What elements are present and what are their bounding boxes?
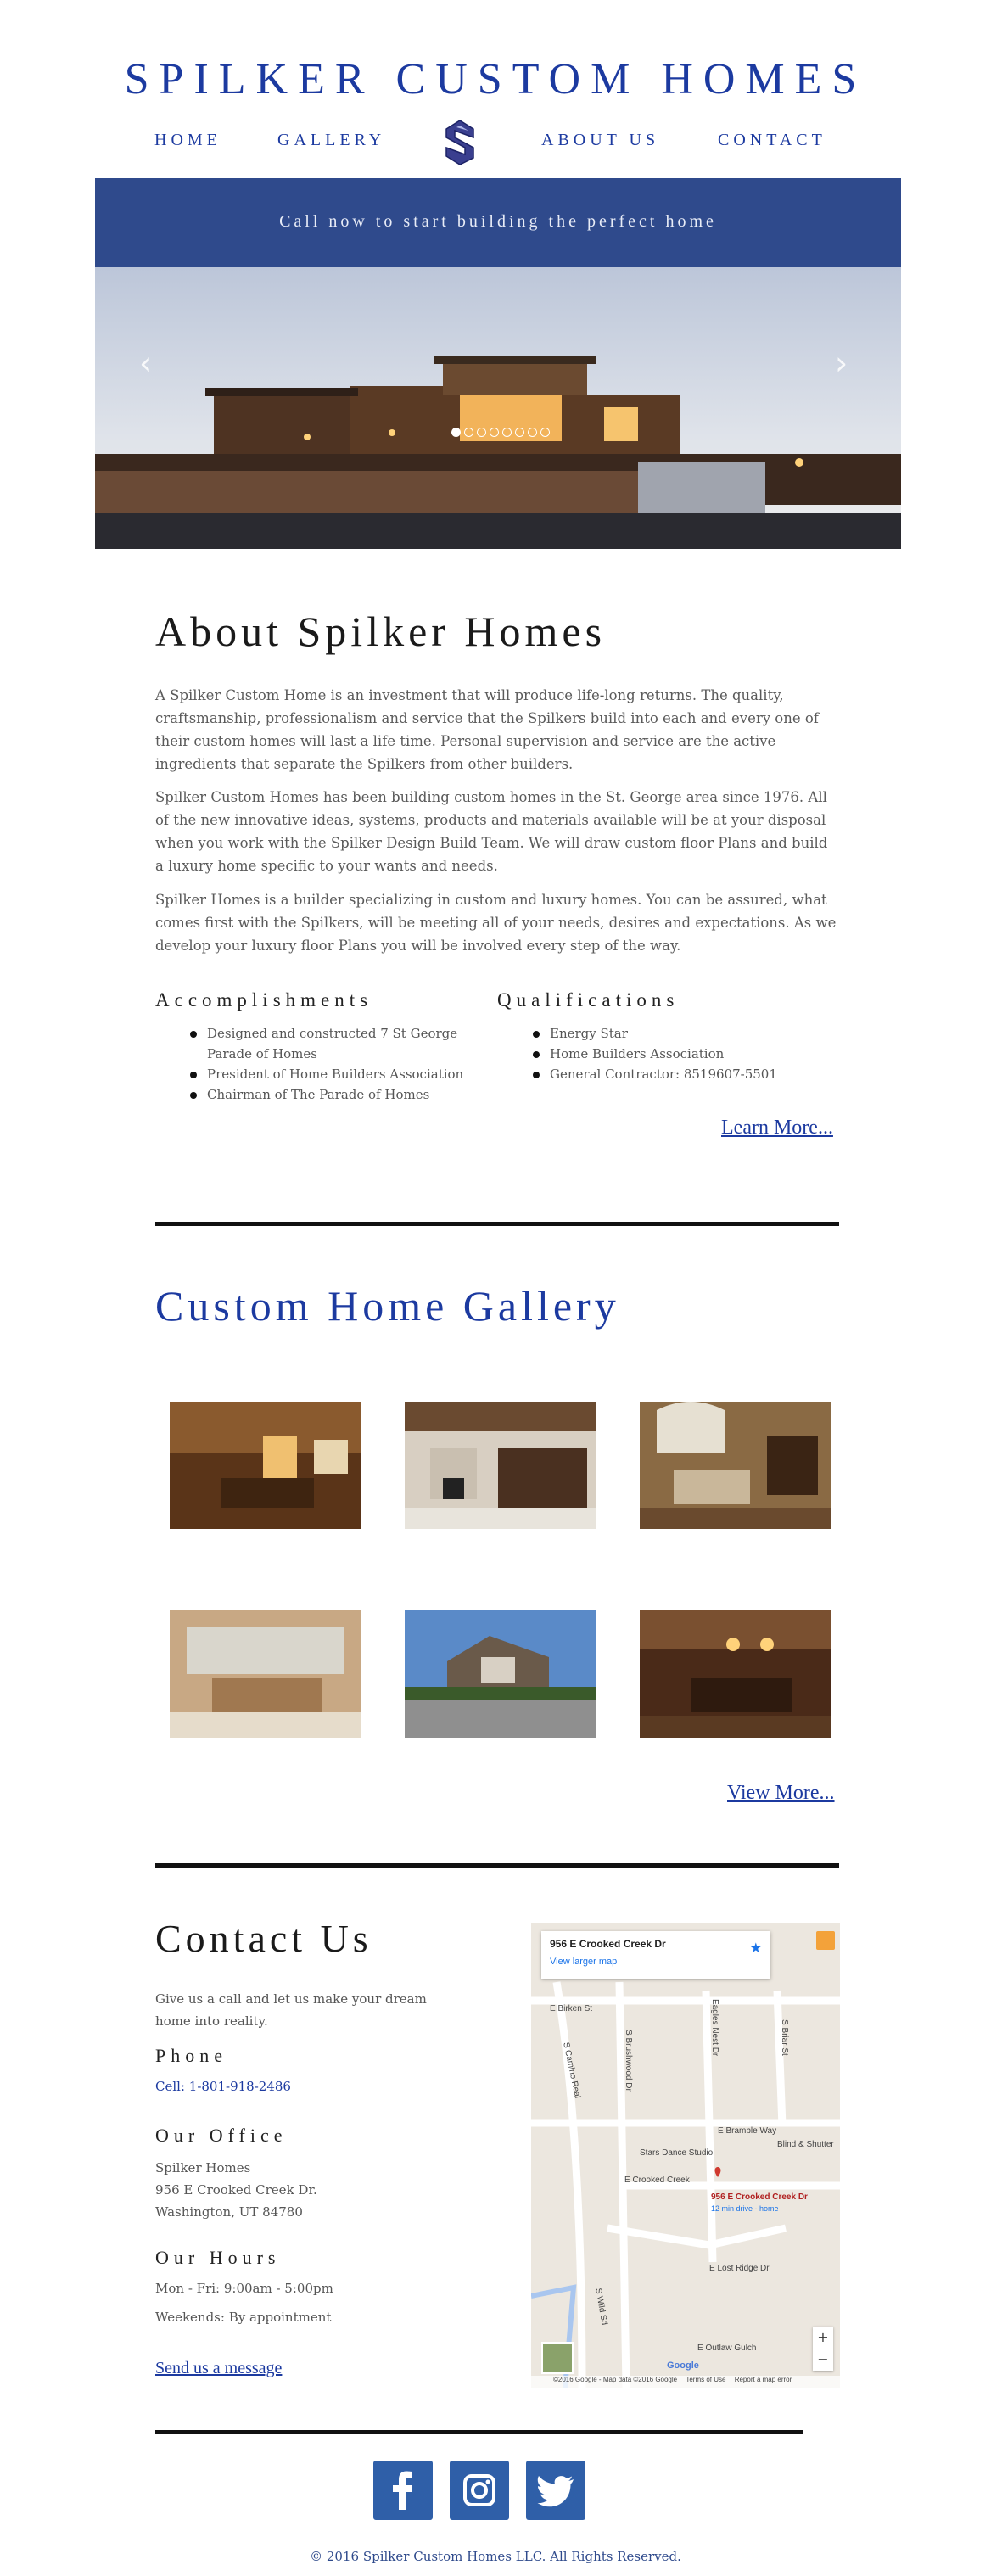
slider-dot[interactable] [490,428,499,437]
slider-dot[interactable] [528,428,537,437]
street-label: Eagles Nest Dr [710,1999,719,2057]
accomplishments-list: Designed and constructed 7 St George Par… [185,1023,465,1105]
accomplishments-title: Accomplishments [155,989,373,1011]
larger-map-link[interactable]: View larger map [550,1957,617,1967]
about-title: About Spilker Homes [155,608,607,655]
pegman-icon[interactable] [816,1931,835,1950]
list-item: Designed and constructed 7 St George Par… [185,1023,465,1064]
qualifications-list: Energy Star Home Builders Association Ge… [528,1023,816,1084]
list-item: General Contractor: 8519607-5501 [528,1064,816,1084]
zoom-control: + − [813,2327,833,2371]
main-nav: HOME GALLERY ABOUT US CONTACT [0,127,991,178]
slider-dot[interactable] [540,428,550,437]
zoom-in-icon[interactable]: + [813,2327,833,2349]
gallery-thumb-kitchen[interactable] [170,1402,361,1529]
learn-more-link[interactable]: Learn More... [721,1117,833,1140]
section-divider [155,2430,803,2434]
street-label: E Crooked Creek [624,2176,690,2185]
contact-title: Contact Us [155,1917,372,1960]
list-item: Chairman of The Parade of Homes [185,1084,465,1105]
street-label: E Bramble Way [718,2126,777,2136]
street-label: E Lost Ridge Dr [709,2264,770,2273]
hero-banner: Call now to start building the perfect h… [95,178,901,267]
logo-icon[interactable] [445,119,475,166]
section-divider [155,1222,839,1226]
street-label: S Briar St [780,2019,789,2056]
hero-slider: Call now to start building the perfect h… [95,178,901,549]
google-map[interactable]: 956 E Crooked Creek Dr View larger map ★… [531,1923,840,2388]
hero-house-photo [95,267,901,549]
office-line: 956 E Crooked Creek Dr. [155,2182,317,2198]
qualifications-title: Qualifications [497,989,680,1011]
facebook-button[interactable] [373,2461,433,2520]
nav-contact[interactable]: CONTACT [718,131,826,150]
about-paragraph: Spilker Custom Homes has been building c… [155,789,828,874]
office-line: Spilker Homes [155,2160,251,2176]
twitter-icon [537,2476,574,2507]
nav-about[interactable]: ABOUT US [541,131,659,150]
site-title: SPILKER CUSTOM HOMES [124,55,867,104]
save-star-icon[interactable]: ★ [750,1940,762,1956]
marker-sublabel: 12 min drive - home [711,2204,779,2213]
map-marker-icon[interactable] [709,2096,721,2113]
poi-label: Blind & Shutter [777,2140,834,2149]
instagram-icon [463,2474,496,2506]
nav-home[interactable]: HOME [154,131,221,150]
hours-weekday: Mon - Fri: 9:00am - 5:00pm [155,2281,333,2296]
phone-title: Phone [155,2045,227,2066]
street-label: E Birken St [550,2004,593,2013]
view-more-link[interactable]: View More... [727,1782,835,1805]
slider-dot[interactable] [451,428,461,437]
about-paragraph: A Spilker Custom Home is an investment t… [155,687,819,772]
gallery-thumb-living[interactable] [405,1402,596,1529]
gallery-thumb-exterior[interactable] [405,1610,596,1738]
gallery-title: Custom Home Gallery [155,1282,620,1330]
map-info-card: 956 E Crooked Creek Dr View larger map ★ [541,1931,770,1979]
office-line: Washington, UT 84780 [155,2204,303,2220]
slider-dot[interactable] [464,428,473,437]
gallery-thumb-bathroom[interactable] [170,1610,361,1738]
about-paragraph: Spilker Homes is a builder specializing … [155,892,837,954]
google-logo: Google [667,2360,699,2371]
satellite-toggle[interactable] [541,2342,574,2374]
slider-next-icon[interactable]: › [835,344,848,382]
map-report-link[interactable]: Report a map error [735,2376,792,2383]
list-item: Home Builders Association [528,1044,816,1064]
street-label: E Outlaw Gulch [697,2344,757,2353]
map-terms-link[interactable]: Terms of Use [686,2376,725,2383]
footer-copyright: © 2016 Spilker Custom Homes LLC. All Rig… [310,2549,681,2564]
section-divider [155,1863,839,1868]
gallery-thumb-bedroom[interactable] [640,1402,831,1529]
map-attribution-bar: ©2016 Google - Map data ©2016 Google Ter… [531,2376,840,2388]
slider-dot[interactable] [502,428,512,437]
marker-label: 956 E Crooked Creek Dr [711,2192,808,2202]
list-item: President of Home Builders Association [185,1064,465,1084]
map-address: 956 E Crooked Creek Dr [550,1938,666,1950]
map-attribution: ©2016 Google - Map data ©2016 Google [553,2376,678,2383]
send-message-link[interactable]: Send us a message [155,2359,282,2378]
street-label: S Brushwood Dr [624,2030,633,2092]
hours-weekend: Weekends: By appointment [155,2310,332,2325]
instagram-button[interactable] [450,2461,509,2520]
twitter-button[interactable] [526,2461,585,2520]
facebook-icon [393,2471,412,2510]
office-title: Our Office [155,2125,288,2146]
poi-label: Stars Dance Studio [640,2148,714,2158]
contact-intro: Give us a call and let us make your drea… [155,1991,427,2029]
hours-title: Our Hours [155,2247,281,2268]
phone-link[interactable]: Cell: 1-801-918-2486 [155,2075,291,2097]
zoom-out-icon[interactable]: − [813,2349,833,2371]
slider-prev-icon[interactable]: ‹ [139,344,152,382]
slider-dot[interactable] [477,428,486,437]
slider-dots [451,424,553,437]
list-item: Energy Star [528,1023,816,1044]
gallery-thumb-kitchen-2[interactable] [640,1610,831,1738]
slider-dot[interactable] [515,428,524,437]
hero-banner-text: Call now to start building the perfect h… [279,212,717,231]
nav-gallery[interactable]: GALLERY [277,131,385,150]
